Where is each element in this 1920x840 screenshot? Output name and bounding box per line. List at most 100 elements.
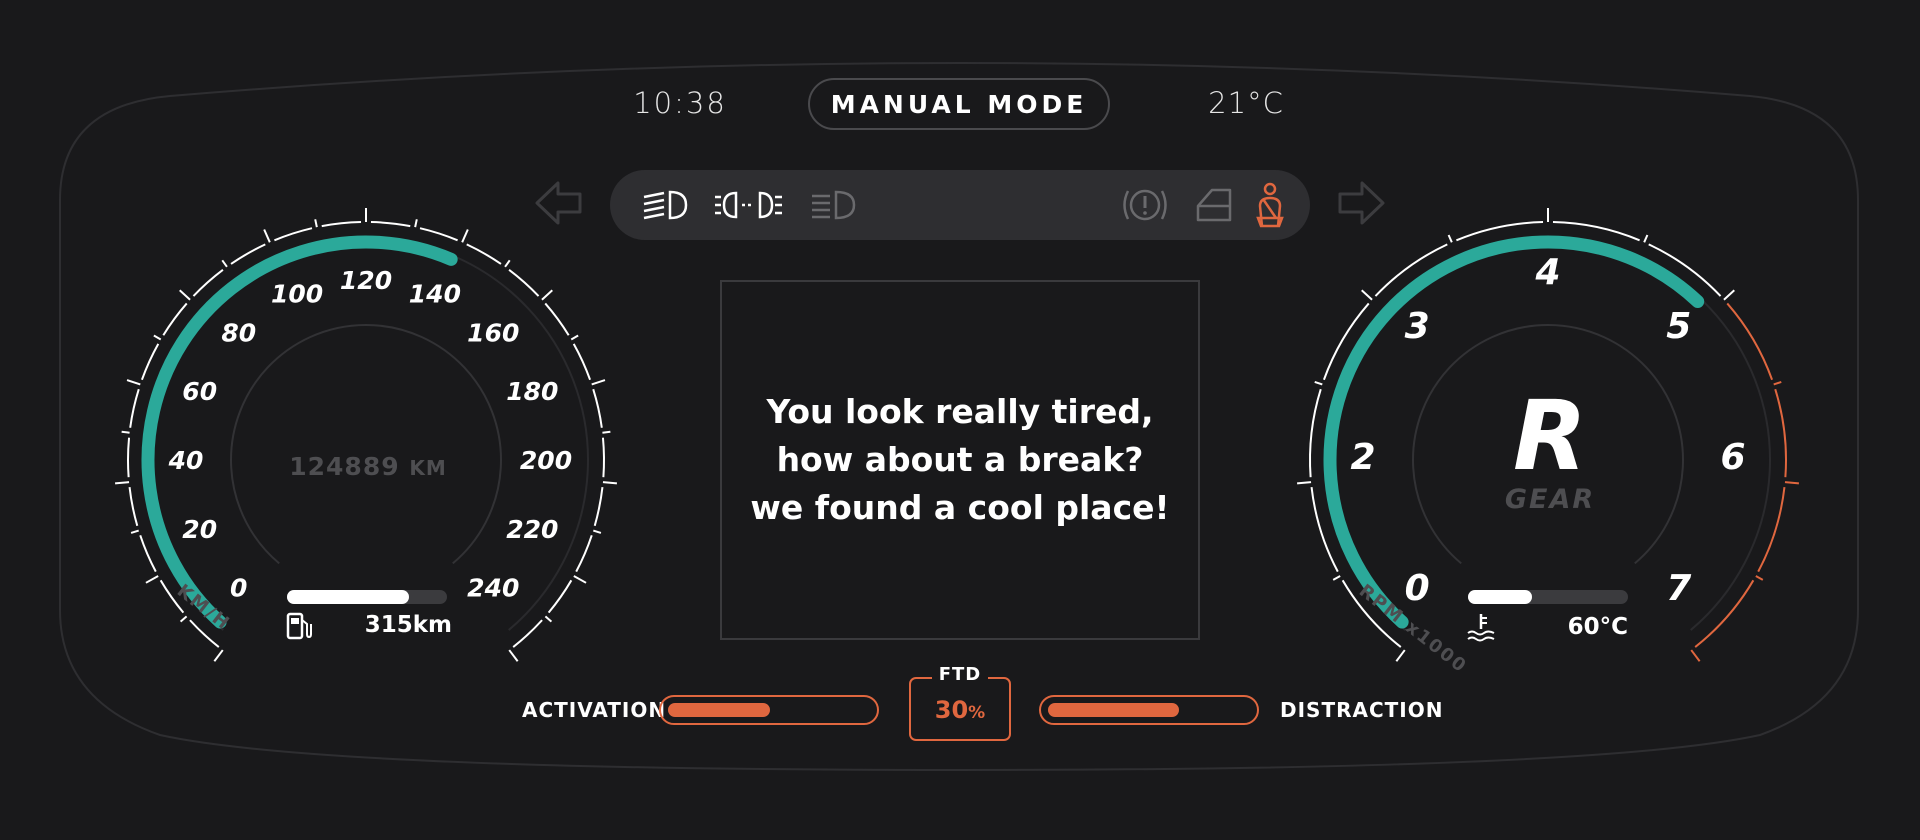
speedometer-scale-segment: [140, 343, 160, 381]
tachometer-tick-label: 2: [1350, 437, 1375, 478]
speedometer-scale-segment: [601, 437, 605, 478]
tachometer-scale-segment: [1774, 388, 1787, 478]
speedometer-tick: [126, 379, 141, 386]
tachometer-tick-label: 5: [1666, 306, 1691, 347]
ftd-value: 30%: [909, 696, 1011, 724]
tachometer-tick: [1361, 289, 1373, 301]
clock: 10:38: [633, 86, 727, 120]
speedometer-tick: [130, 529, 140, 534]
tachometer-tick: [1755, 575, 1764, 581]
tachometer-tick: [1784, 481, 1800, 485]
speedometer-tick-label: 40: [168, 446, 204, 475]
tachometer-tick: [1773, 380, 1782, 386]
message-line: we found a cool place!: [750, 488, 1170, 527]
tachometer-tick-label: 6: [1720, 437, 1745, 478]
drive-mode-badge[interactable]: MANUAL MODE: [808, 78, 1110, 130]
fuel-range: 315km: [364, 612, 452, 638]
speedometer-tick: [541, 289, 553, 301]
tachometer-tick: [1314, 380, 1323, 386]
tachometer-tick: [1447, 234, 1453, 243]
tachometer-tick: [1296, 481, 1312, 485]
odometer: 124889 KM: [268, 452, 468, 481]
speedometer-unit-label: KM/H: [173, 580, 234, 634]
seatbelt-warning-icon: [1256, 182, 1284, 228]
speedometer-tick: [544, 615, 553, 623]
tachometer-tick-label: 0: [1405, 568, 1430, 609]
speedometer-scale-segment: [508, 269, 540, 297]
coolant-temp-icon: [1467, 614, 1495, 642]
speedometer-tick-label: 200: [520, 446, 572, 475]
speedometer-tick: [570, 334, 579, 341]
coolant-bar: [1468, 590, 1628, 604]
activation-meter-fill: [668, 703, 770, 717]
speedometer-tick: [314, 219, 318, 228]
speedometer-tick: [114, 481, 130, 485]
fuel-pump-icon: [286, 612, 312, 640]
parking-lights-icon: [715, 191, 782, 219]
odometer-value: 124889: [289, 452, 400, 481]
tachometer-scale-segment: [1757, 486, 1786, 573]
speedometer-scale-segment: [230, 243, 266, 265]
speedometer-scale-segment: [127, 437, 131, 478]
activation-label: ACTIVATION: [522, 698, 667, 722]
low-beam-icon: [643, 190, 688, 220]
gear-indicator: R: [1513, 380, 1587, 492]
tachometer-tick: [1690, 649, 1701, 662]
speedometer-scale-segment: [466, 243, 502, 265]
speedometer-tick-label: 120: [340, 266, 392, 295]
speedometer-tick: [602, 481, 618, 485]
tachometer-tick: [1332, 575, 1341, 581]
speedometer-tick-label: 60: [182, 377, 217, 406]
speedometer-tick: [414, 219, 418, 228]
ftd-number: 30: [934, 696, 969, 724]
speedometer-scale-segment: [575, 535, 593, 573]
speedometer-scale-segment: [129, 388, 140, 428]
coolant-temperature: 60°C: [1567, 614, 1628, 640]
speedometer-tick: [591, 379, 606, 386]
speedometer-inner-ring: [230, 324, 502, 565]
distraction-label: DISTRACTION: [1280, 698, 1444, 722]
speedometer-tick: [179, 289, 191, 301]
coolant-bar-fill: [1468, 590, 1532, 604]
distraction-meter-fill: [1048, 703, 1179, 717]
speedometer-tick: [573, 575, 587, 584]
speedometer-tick-label: 100: [271, 280, 323, 309]
speedometer-tick: [145, 575, 159, 584]
speedometer-tick: [592, 529, 602, 534]
tachometer-scale-segment: [1694, 579, 1755, 648]
ftd-label: FTD: [932, 664, 988, 685]
speedometer-scale-segment: [544, 302, 570, 336]
speedometer-scale-segment: [593, 486, 604, 527]
driver-message-panel: You look really tired, how about a break…: [720, 280, 1200, 640]
outside-temperature: 21°C: [1208, 86, 1284, 120]
door-open-icon: [1196, 188, 1232, 222]
speedometer-scale-segment: [370, 221, 411, 228]
distraction-meter: [1039, 695, 1259, 725]
speedometer-tick-label: 80: [221, 319, 256, 348]
speedometer-tick-label: 140: [409, 280, 461, 309]
arrow-left-icon: [535, 181, 582, 225]
speedometer-tick-label: 20: [182, 515, 217, 544]
speedometer-tick-label: 240: [467, 573, 519, 602]
speedometer-tick: [263, 229, 271, 243]
speedometer-tick: [213, 649, 224, 662]
message-line: You look really tired,: [766, 392, 1154, 431]
tachometer-scale-segment: [1309, 388, 1322, 478]
arrow-right-icon: [1338, 181, 1385, 225]
speedometer-tick: [121, 430, 130, 434]
gear-label: GEAR: [1504, 484, 1596, 515]
tachometer-tick-label: 4: [1534, 252, 1560, 293]
speedometer-tick: [179, 615, 188, 623]
fuel-bar: [287, 590, 447, 604]
speedometer-tick-label: 220: [506, 515, 558, 544]
speedometer-scale-segment: [321, 221, 362, 228]
tachometer-tick: [1643, 234, 1649, 243]
speedometer-tick: [504, 259, 511, 268]
message-line: how about a break?: [776, 440, 1144, 479]
tachometer-tick-label: 7: [1666, 568, 1691, 609]
speedometer-scale-segment: [592, 388, 603, 428]
speedometer-tick-label: 160: [467, 319, 519, 348]
speedometer-scale-segment: [274, 227, 313, 242]
ftd-unit: %: [968, 703, 986, 723]
speedometer-scale-segment: [512, 619, 543, 648]
